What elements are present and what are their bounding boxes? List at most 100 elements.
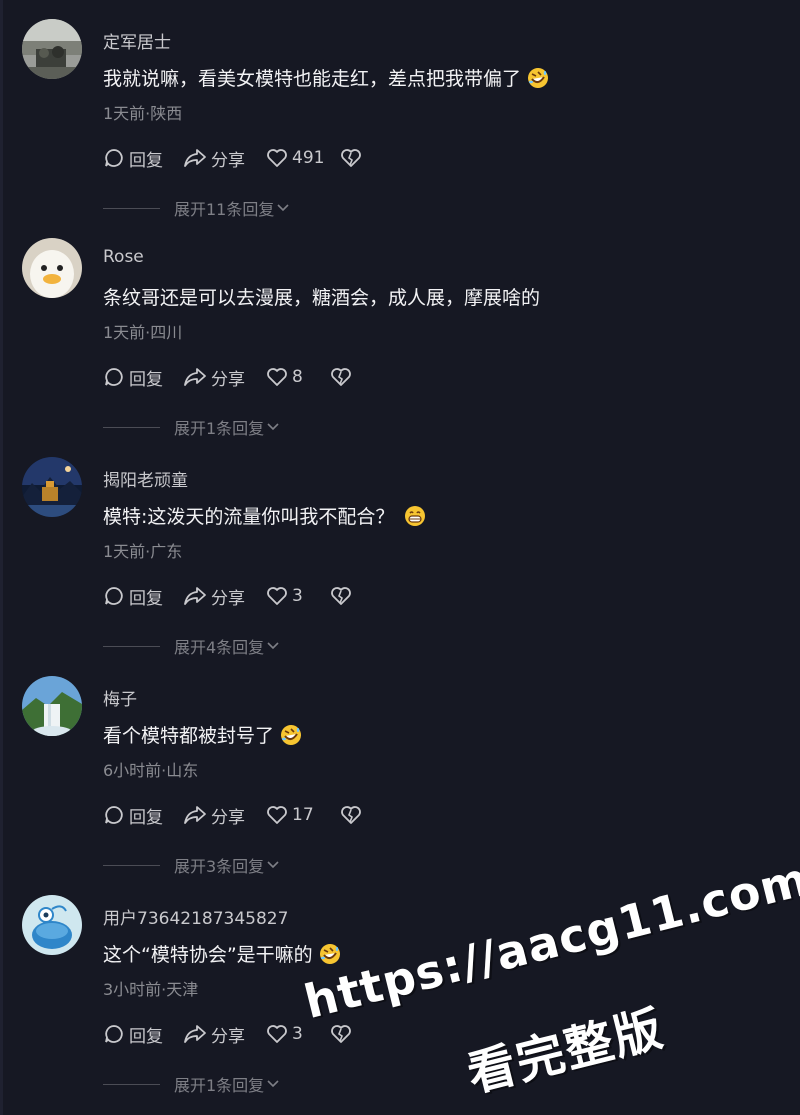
share-label: 分享 <box>211 150 245 171</box>
avatar[interactable] <box>22 676 82 736</box>
avatar[interactable] <box>22 457 82 517</box>
heart-icon <box>267 368 287 386</box>
comment-text-body: 这个“模特协会”是干嘛的 <box>103 944 313 966</box>
comment-actions: 回复 分享 8 <box>103 364 352 390</box>
reply-bubble-icon <box>105 806 123 824</box>
like-count: 8 <box>292 367 303 387</box>
expand-replies-button[interactable]: 展开1条回复 <box>174 1072 280 1096</box>
broken-heart-icon <box>331 1025 351 1043</box>
grin-emoji-icon <box>405 505 426 526</box>
share-arrow-icon <box>184 368 206 386</box>
comment-item: 用户73642187345827 这个“模特协会”是干嘛的 3小时前·天津 回复… <box>0 876 800 1095</box>
reply-button[interactable]: 回复 <box>103 365 183 390</box>
expand-replies-button[interactable]: 展开1条回复 <box>174 415 280 439</box>
like-count: 3 <box>292 1024 303 1044</box>
reply-button[interactable]: 回复 <box>103 1022 183 1047</box>
reply-label: 回复 <box>129 807 163 828</box>
like-count: 491 <box>292 148 325 168</box>
dislike-button[interactable] <box>330 367 352 387</box>
comment-text-body: 看个模特都被封号了 <box>103 725 275 747</box>
reply-button[interactable]: 回复 <box>103 584 183 609</box>
dislike-button[interactable] <box>330 1024 352 1044</box>
comment-item: 揭阳老顽童 模特:这泼天的流量你叫我不配合？ 1天前·广东 回复 分享 3 展开… <box>0 438 800 657</box>
expand-divider <box>103 207 160 209</box>
expand-label: 展开4条回复 <box>174 638 265 657</box>
comment-actions: 回复 分享 3 <box>103 1021 352 1047</box>
comment-text: 这个“模特协会”是干嘛的 <box>103 940 341 967</box>
heart-icon <box>267 806 287 824</box>
share-arrow-icon <box>184 1025 206 1043</box>
comment-actions: 回复 分享 3 <box>103 583 352 609</box>
share-button[interactable]: 分享 <box>183 365 266 390</box>
expand-divider <box>103 1083 160 1085</box>
reply-label: 回复 <box>129 588 163 609</box>
expand-replies: 展开1条回复 <box>103 415 280 439</box>
comment-text: 我就说嘛，看美女模特也能走红，差点把我带偏了 <box>103 64 549 91</box>
username[interactable]: 用户73642187345827 <box>103 904 288 929</box>
share-arrow-icon <box>184 587 206 605</box>
share-button[interactable]: 分享 <box>183 584 266 609</box>
share-button[interactable]: 分享 <box>183 803 266 828</box>
share-label: 分享 <box>211 369 245 390</box>
reply-label: 回复 <box>129 1026 163 1047</box>
like-button[interactable]: 3 <box>266 1024 330 1044</box>
chevron-down-icon <box>267 861 279 869</box>
comment-item: 定军居士 我就说嘛，看美女模特也能走红，差点把我带偏了 1天前·陕西 回复 分享 <box>0 0 800 219</box>
username[interactable]: 定军居士 <box>103 28 171 53</box>
avatar[interactable] <box>22 895 82 955</box>
dislike-button[interactable] <box>330 586 352 606</box>
expand-divider <box>103 864 160 866</box>
reply-bubble-icon <box>105 368 123 386</box>
expand-replies-button[interactable]: 展开3条回复 <box>174 853 280 877</box>
comment-meta: 1天前·陕西 <box>103 104 183 123</box>
expand-label: 展开11条回复 <box>174 200 275 219</box>
share-button[interactable]: 分享 <box>183 146 266 171</box>
dislike-button[interactable] <box>340 805 362 825</box>
heart-icon <box>267 587 287 605</box>
expand-label: 展开3条回复 <box>174 857 265 876</box>
reply-bubble-icon <box>105 1025 123 1043</box>
reply-bubble-icon <box>105 587 123 605</box>
share-label: 分享 <box>211 588 245 609</box>
comment-text-body: 我就说嘛，看美女模特也能走红，差点把我带偏了 <box>103 68 522 90</box>
expand-replies: 展开4条回复 <box>103 634 280 658</box>
expand-label: 展开1条回复 <box>174 419 265 438</box>
username[interactable]: Rose <box>103 247 144 267</box>
avatar[interactable] <box>22 19 82 79</box>
rofl-emoji-icon <box>319 943 340 964</box>
reply-label: 回复 <box>129 369 163 390</box>
broken-heart-icon <box>341 806 361 824</box>
comment-actions: 回复 分享 491 <box>103 145 362 171</box>
broken-heart-icon <box>331 368 351 386</box>
like-button[interactable]: 491 <box>266 148 340 168</box>
comment-actions: 回复 分享 17 <box>103 802 362 828</box>
reply-button[interactable]: 回复 <box>103 146 183 171</box>
heart-icon <box>267 1025 287 1043</box>
reply-bubble-icon <box>105 149 123 167</box>
username[interactable]: 揭阳老顽童 <box>103 466 188 491</box>
dislike-button[interactable] <box>340 148 362 168</box>
like-button[interactable]: 3 <box>266 586 330 606</box>
comment-text: 看个模特都被封号了 <box>103 721 302 748</box>
reply-button[interactable]: 回复 <box>103 803 183 828</box>
expand-divider <box>103 426 160 428</box>
like-button[interactable]: 8 <box>266 367 330 387</box>
heart-icon <box>267 149 287 167</box>
expand-replies: 展开1条回复 <box>103 1072 280 1096</box>
expand-replies-button[interactable]: 展开11条回复 <box>174 196 290 220</box>
expand-replies-button[interactable]: 展开4条回复 <box>174 634 280 658</box>
share-label: 分享 <box>211 1026 245 1047</box>
like-button[interactable]: 17 <box>266 805 340 825</box>
comment-text: 模特:这泼天的流量你叫我不配合？ <box>103 502 426 529</box>
expand-replies: 展开11条回复 <box>103 196 290 220</box>
comment-text-body: 模特:这泼天的流量你叫我不配合？ <box>103 506 395 528</box>
share-button[interactable]: 分享 <box>183 1022 266 1047</box>
share-label: 分享 <box>211 807 245 828</box>
like-count: 17 <box>292 805 314 825</box>
username[interactable]: 梅子 <box>103 685 137 710</box>
avatar[interactable] <box>22 238 82 298</box>
comment-meta: 3小时前·天津 <box>103 980 199 999</box>
expand-divider <box>103 645 160 647</box>
broken-heart-icon <box>331 587 351 605</box>
expand-label: 展开1条回复 <box>174 1076 265 1095</box>
